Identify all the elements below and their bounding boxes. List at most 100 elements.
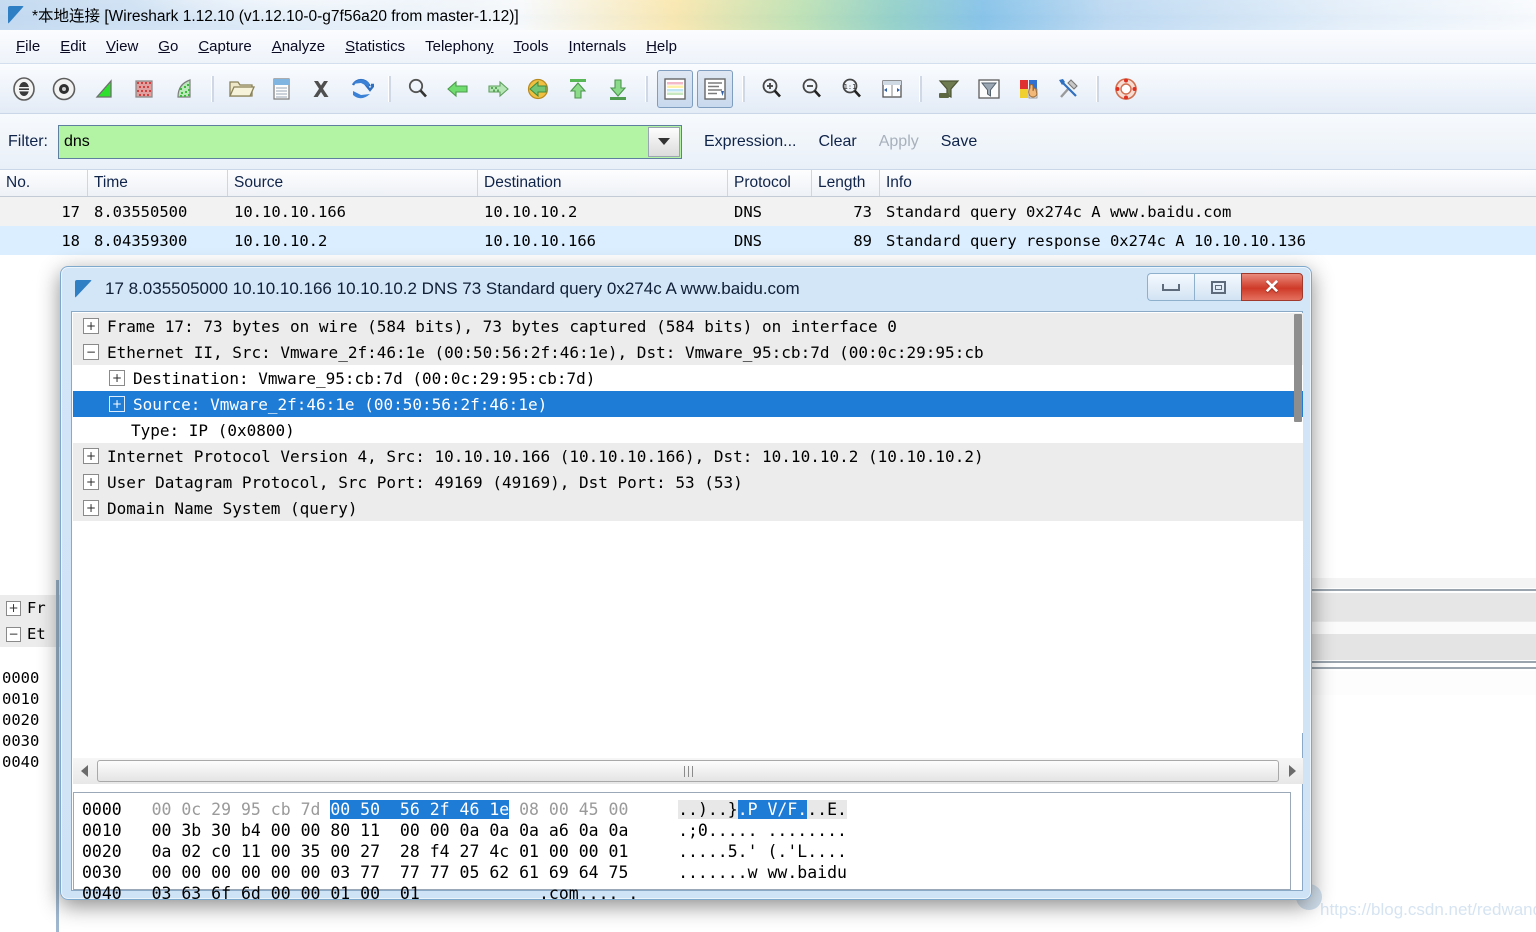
expand-icon[interactable]: +	[6, 600, 21, 616]
zoom-out-icon[interactable]	[794, 70, 830, 108]
toolbar-separator	[388, 75, 391, 102]
expand-icon[interactable]: +	[83, 318, 99, 334]
save-file-icon[interactable]	[263, 70, 299, 108]
maximize-button[interactable]	[1194, 273, 1241, 301]
menu-tools[interactable]: Tools	[504, 35, 559, 58]
toolbar-separator	[742, 75, 745, 102]
toolbar-separator	[645, 75, 648, 102]
menu-view[interactable]: View	[96, 35, 148, 58]
filter-clear-button[interactable]: Clear	[818, 133, 856, 151]
menu-telephony[interactable]: Telephony	[415, 35, 503, 58]
close-file-icon[interactable]	[303, 70, 339, 108]
packet-list-pane: No. Time Source Destination Protocol Len…	[0, 170, 1536, 256]
help-icon[interactable]	[1108, 70, 1144, 108]
tree-row[interactable]: + Frame 17: 73 bytes on wire (584 bits),…	[73, 313, 1303, 339]
zoom-in-icon[interactable]	[754, 70, 790, 108]
tree-row[interactable]: − Ethernet II, Src: Vmware_2f:46:1e (00:…	[73, 339, 1303, 365]
go-to-packet-icon[interactable]	[520, 70, 556, 108]
reload-icon[interactable]	[343, 70, 379, 108]
cell-protocol: DNS	[734, 202, 762, 221]
capture-options-icon[interactable]	[46, 70, 82, 108]
tree-row-selected[interactable]: + Source: Vmware_2f:46:1e (00:50:56:2f:4…	[73, 391, 1303, 417]
stop-capture-icon[interactable]	[126, 70, 162, 108]
menu-statistics[interactable]: Statistics	[335, 35, 415, 58]
open-file-icon[interactable]	[223, 70, 259, 108]
expand-icon[interactable]: +	[109, 370, 125, 386]
filter-apply-button[interactable]: Apply	[879, 133, 919, 151]
scroll-left-button[interactable]	[73, 759, 95, 783]
minimize-button[interactable]	[1147, 273, 1194, 301]
pane-divider[interactable]	[56, 580, 59, 932]
column-header-no[interactable]: No.	[0, 170, 88, 196]
scrollbar-thumb[interactable]	[97, 760, 1279, 782]
menu-help[interactable]: Help	[636, 35, 687, 58]
tree-row-label: User Datagram Protocol, Src Port: 49169 …	[107, 472, 743, 492]
go-forward-icon[interactable]	[480, 70, 516, 108]
menu-file[interactable]: File	[6, 35, 50, 58]
packet-detail-tree: + Frame 17: 73 bytes on wire (584 bits),…	[73, 313, 1303, 733]
display-filters-icon[interactable]	[971, 70, 1007, 108]
go-last-packet-icon[interactable]	[600, 70, 636, 108]
menubar: File Edit View Go Capture Analyze Statis…	[0, 30, 1536, 64]
table-row[interactable]: 18 8.04359300 10.10.10.2 10.10.10.166 DN…	[0, 226, 1536, 255]
expand-icon[interactable]: +	[109, 396, 125, 412]
hex-offset: 0000	[82, 800, 122, 819]
restart-capture-icon[interactable]	[166, 70, 202, 108]
tree-row[interactable]: + Destination: Vmware_95:cb:7d (00:0c:29…	[73, 365, 1303, 391]
cell-no: 17	[61, 202, 80, 221]
window-title: *本地连接 [Wireshark 1.12.10 (v1.12.10-0-g7f…	[32, 8, 519, 25]
coloring-rules-icon[interactable]	[1011, 70, 1047, 108]
go-back-icon[interactable]	[440, 70, 476, 108]
collapse-icon[interactable]: −	[6, 626, 21, 642]
column-header-length[interactable]: Length	[812, 170, 880, 196]
colorize-toggle-icon[interactable]	[657, 69, 693, 108]
column-header-source[interactable]: Source	[228, 170, 478, 196]
preferences-icon[interactable]	[1051, 70, 1087, 108]
tree-row[interactable]: + User Datagram Protocol, Src Port: 4916…	[73, 469, 1303, 495]
column-header-time[interactable]: Time	[88, 170, 228, 196]
expand-icon[interactable]: +	[83, 500, 99, 516]
tree-row[interactable]: + Domain Name System (query)	[73, 495, 1303, 521]
menu-analyze[interactable]: Analyze	[262, 35, 335, 58]
hex-bytes: 0a 02 c0 11 00 35 00 27 28 f4 27 4c 01 0…	[151, 842, 629, 861]
table-row[interactable]: 17 8.03550500 10.10.10.166 10.10.10.2 DN…	[0, 197, 1536, 226]
interfaces-icon[interactable]	[6, 70, 42, 108]
tree-row[interactable]: Type: IP (0x0800)	[73, 417, 1303, 443]
tree-row[interactable]: + Internet Protocol Version 4, Src: 10.1…	[73, 443, 1303, 469]
close-button[interactable]: ✕	[1241, 273, 1303, 301]
go-first-packet-icon[interactable]	[560, 70, 596, 108]
filter-dropdown-button[interactable]	[648, 126, 680, 157]
column-header-protocol[interactable]: Protocol	[728, 170, 812, 196]
tree-horizontal-scrollbar[interactable]	[73, 758, 1303, 784]
packet-bytes-pane[interactable]: 0000 00 0c 29 95 cb 7d 00 50 56 2f 46 1e…	[73, 792, 1291, 903]
menu-go[interactable]: Go	[148, 35, 188, 58]
scroll-right-button[interactable]	[1281, 759, 1303, 783]
svg-text:1:1: 1:1	[844, 83, 857, 91]
hex-bytes-unselected: 00 0c 29 95 cb 7d	[151, 800, 331, 819]
expand-icon[interactable]: +	[83, 474, 99, 490]
autoscroll-toggle-icon[interactable]	[697, 69, 733, 108]
filter-input[interactable]	[59, 125, 652, 158]
filter-expression-button[interactable]: Expression...	[704, 133, 796, 151]
toolbar-separator	[211, 75, 214, 102]
filter-save-button[interactable]: Save	[941, 133, 977, 151]
cell-time: 8.04359300	[94, 231, 188, 250]
menu-internals[interactable]: Internals	[559, 35, 637, 58]
zoom-reset-icon[interactable]: 1:1	[834, 70, 870, 108]
filter-input-wrap[interactable]	[58, 124, 682, 159]
capture-filters-icon[interactable]	[931, 70, 967, 108]
tree-row-label: Ethernet II, Src: Vmware_2f:46:1e (00:50…	[107, 342, 984, 362]
no-expander-spacer	[109, 423, 123, 437]
find-packet-icon[interactable]	[400, 70, 436, 108]
menu-capture[interactable]: Capture	[188, 35, 261, 58]
collapse-icon[interactable]: −	[83, 344, 99, 360]
start-capture-icon[interactable]	[86, 70, 122, 108]
column-header-destination[interactable]: Destination	[478, 170, 728, 196]
expand-icon[interactable]: +	[83, 448, 99, 464]
dialog-titlebar[interactable]: 17 8.035505000 10.10.10.166 10.10.10.2 D…	[61, 267, 1311, 311]
tree-vertical-scrollbar[interactable]	[1294, 314, 1302, 422]
resize-columns-icon[interactable]	[874, 70, 910, 108]
column-header-info[interactable]: Info	[880, 170, 1530, 196]
menu-edit[interactable]: Edit	[50, 35, 96, 58]
cell-info: Standard query response 0x274c A 10.10.1…	[886, 231, 1306, 250]
